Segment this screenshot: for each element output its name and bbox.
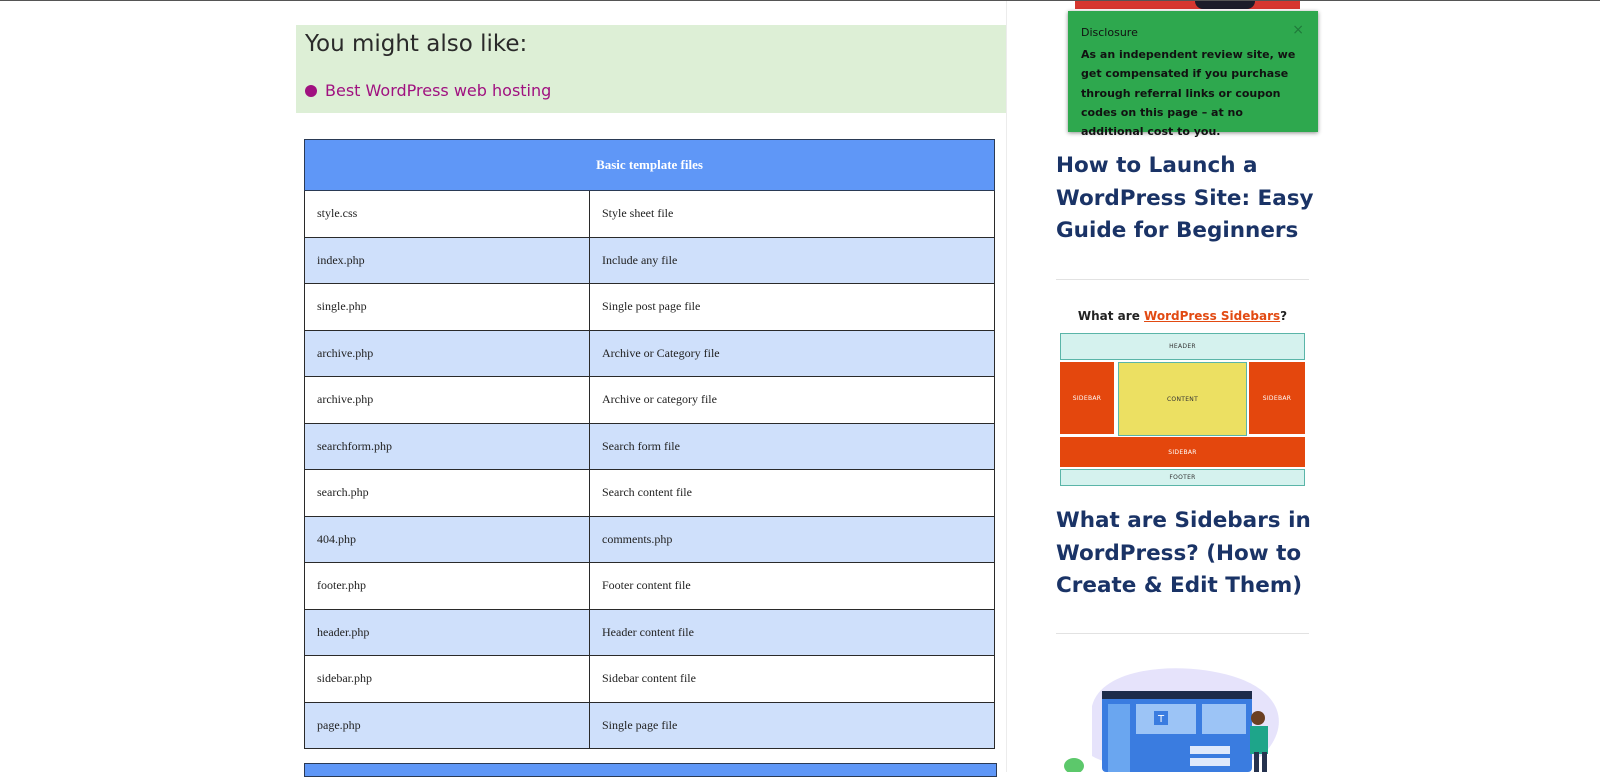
table-row: search.php Search content file bbox=[304, 469, 995, 517]
table-row: style.css Style sheet file bbox=[304, 190, 995, 238]
template-files-table: Basic template files style.css Style shee… bbox=[304, 139, 995, 749]
table-row: header.php Header content file bbox=[304, 608, 995, 656]
table-row: single.php Single post page file bbox=[304, 283, 995, 331]
file-desc-cell: Archive or Category file bbox=[589, 329, 995, 377]
sidebar-divider bbox=[1056, 633, 1309, 634]
diagram-right-sidebar-block: SIDEBAR bbox=[1249, 362, 1305, 434]
file-name-cell: archive.php bbox=[304, 329, 590, 377]
next-table-header bbox=[304, 763, 997, 777]
file-desc-cell: Single post page file bbox=[589, 283, 995, 331]
diagram-content-block: CONTENT bbox=[1118, 362, 1247, 436]
table-row: page.php Single page file bbox=[304, 701, 995, 749]
file-desc-cell: Archive or category file bbox=[589, 376, 995, 424]
previous-post-thumbnail[interactable] bbox=[1075, 1, 1300, 9]
related-post-link[interactable]: Best WordPress web hosting bbox=[325, 81, 551, 100]
file-desc-cell: Include any file bbox=[589, 236, 995, 284]
file-desc-cell: comments.php bbox=[589, 515, 995, 563]
table-header: Basic template files bbox=[304, 139, 995, 191]
file-name-cell: style.css bbox=[304, 190, 590, 238]
file-name-cell: sidebar.php bbox=[304, 655, 590, 703]
close-icon[interactable]: × bbox=[1292, 22, 1304, 38]
table-row: index.php Include any file bbox=[304, 236, 995, 284]
diagram-bottom-sidebar-block: SIDEBAR bbox=[1060, 437, 1305, 467]
file-name-cell: index.php bbox=[304, 236, 590, 284]
table-row: sidebar.php Sidebar content file bbox=[304, 655, 995, 703]
diagram-title-prefix: What are bbox=[1077, 309, 1145, 323]
related-posts-heading: You might also like: bbox=[305, 31, 528, 57]
file-desc-cell: Sidebar content file bbox=[589, 655, 995, 703]
file-name-cell: header.php bbox=[304, 608, 590, 656]
disclosure-popup: Disclosure × As an independent review si… bbox=[1068, 11, 1318, 138]
disclosure-title: Disclosure bbox=[1081, 26, 1138, 39]
file-desc-cell: Single page file bbox=[589, 701, 995, 749]
related-posts-box: You might also like: Best WordPress web … bbox=[296, 25, 1006, 113]
file-name-cell: footer.php bbox=[304, 562, 590, 610]
diagram-title: What are WordPress Sidebars? bbox=[1056, 309, 1309, 323]
sidebar-divider bbox=[1056, 279, 1309, 280]
svg-text:T: T bbox=[1157, 714, 1165, 725]
sidebars-diagram-image[interactable]: What are WordPress Sidebars? HEADER SIDE… bbox=[1056, 303, 1309, 490]
thumbnail-shape bbox=[1195, 1, 1255, 9]
main-column: You might also like: Best WordPress web … bbox=[296, 1, 1007, 777]
table-row: archive.php Archive or Category file bbox=[304, 329, 995, 377]
file-name-cell: single.php bbox=[304, 283, 590, 331]
file-desc-cell: Footer content file bbox=[589, 562, 995, 610]
file-name-cell: page.php bbox=[304, 701, 590, 749]
related-post-item: Best WordPress web hosting bbox=[305, 81, 551, 100]
table-row: searchform.php Search form file bbox=[304, 422, 995, 470]
table-row: footer.php Footer content file bbox=[304, 562, 995, 610]
table-row: 404.php comments.php bbox=[304, 515, 995, 563]
diagram-title-suffix: ? bbox=[1280, 309, 1288, 323]
sidebar-post-title-sidebars[interactable]: What are Sidebars in WordPress? (How to … bbox=[1056, 505, 1316, 603]
diagram-header-block: HEADER bbox=[1060, 333, 1305, 360]
table-row: archive.php Archive or category file bbox=[304, 376, 995, 424]
diagram-footer-block: FOOTER bbox=[1060, 469, 1305, 486]
file-name-cell: search.php bbox=[304, 469, 590, 517]
file-desc-cell: Style sheet file bbox=[589, 190, 995, 238]
file-name-cell: searchform.php bbox=[304, 422, 590, 470]
diagram-title-highlight: WordPress Sidebars bbox=[1144, 309, 1281, 323]
diagram-left-sidebar-block: SIDEBAR bbox=[1060, 362, 1114, 434]
file-desc-cell: Search content file bbox=[589, 469, 995, 517]
file-name-cell: 404.php bbox=[304, 515, 590, 563]
website-builder-illustration[interactable]: T bbox=[1062, 666, 1292, 772]
file-desc-cell: Search form file bbox=[589, 422, 995, 470]
disclosure-text: As an independent review site, we get co… bbox=[1081, 48, 1296, 139]
file-name-cell: archive.php bbox=[304, 376, 590, 424]
table-header-row: Basic template files bbox=[304, 139, 995, 191]
bullet-icon bbox=[305, 84, 317, 97]
file-desc-cell: Header content file bbox=[589, 608, 995, 656]
sidebar-post-title-launch[interactable]: How to Launch a WordPress Site: Easy Gui… bbox=[1056, 150, 1316, 248]
